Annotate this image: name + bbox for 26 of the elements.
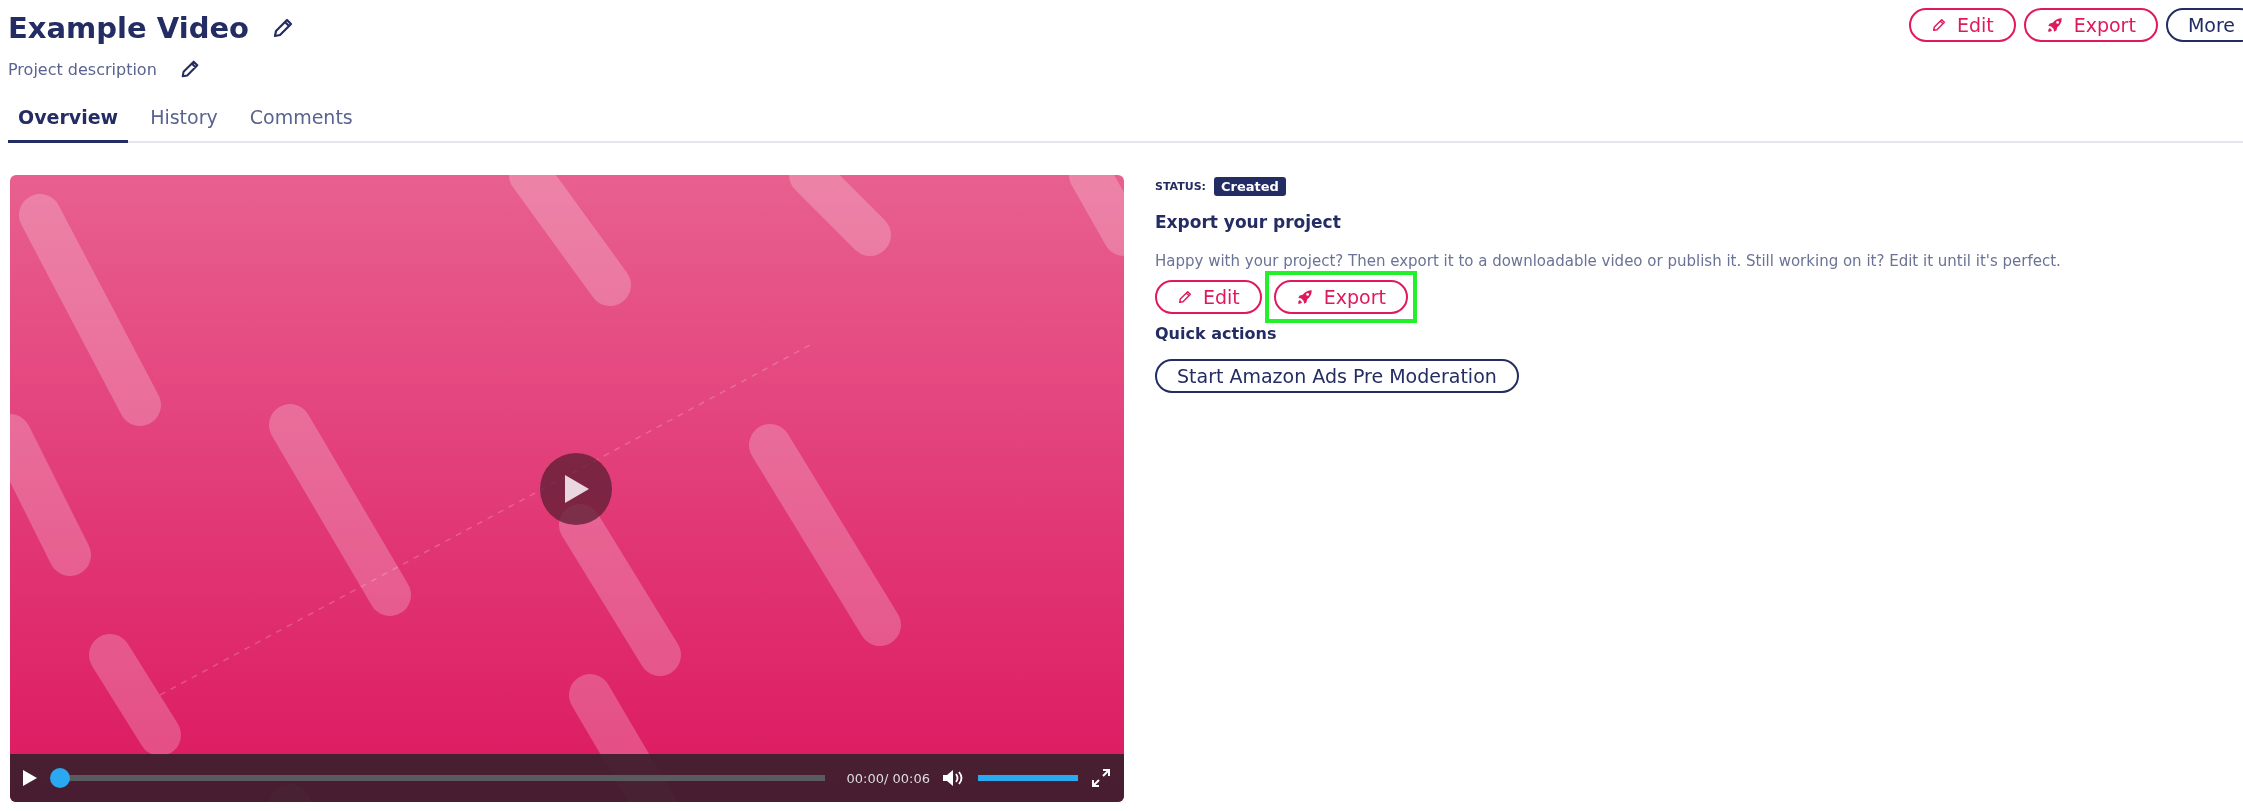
fullscreen-icon[interactable]: [1092, 769, 1110, 787]
edit-button[interactable]: Edit: [1155, 280, 1262, 314]
slider-thumb[interactable]: [50, 768, 70, 788]
rocket-icon: [1295, 288, 1314, 306]
export-description: Happy with your project? Then export it to a downloadable video or publish it. Still working on it? Edit it until it's perfect.: [1155, 252, 2061, 270]
export-button[interactable]: Export: [1273, 280, 1408, 314]
tab[interactable]: Overview: [8, 98, 129, 143]
pencil-icon: [271, 16, 295, 40]
rocket-icon: [2045, 16, 2064, 34]
tab[interactable]: History: [140, 98, 228, 143]
pencil-icon: [1930, 17, 1947, 33]
volume-icon[interactable]: [942, 769, 964, 787]
time-display: 00:00/ 00:06: [846, 770, 930, 786]
section-heading: Export your project: [1155, 212, 1342, 232]
tab[interactable]: Comments: [239, 98, 363, 143]
project-title: Example Video: [8, 11, 249, 45]
edit-button[interactable]: Edit: [1908, 8, 2016, 42]
project-description: Project description: [8, 59, 157, 79]
pencil-icon: [1177, 289, 1193, 305]
section-heading: Quick actions: [1155, 324, 1278, 343]
status-label: STATUS:: [1155, 180, 1206, 193]
status-badge: Created: [1214, 177, 1286, 196]
more-button[interactable]: Start Amazon Ads Pre Moderation: [1155, 359, 1519, 393]
play-icon[interactable]: [22, 769, 38, 787]
export-button[interactable]: Export: [2023, 8, 2158, 42]
more-button[interactable]: More: [2165, 8, 2243, 42]
